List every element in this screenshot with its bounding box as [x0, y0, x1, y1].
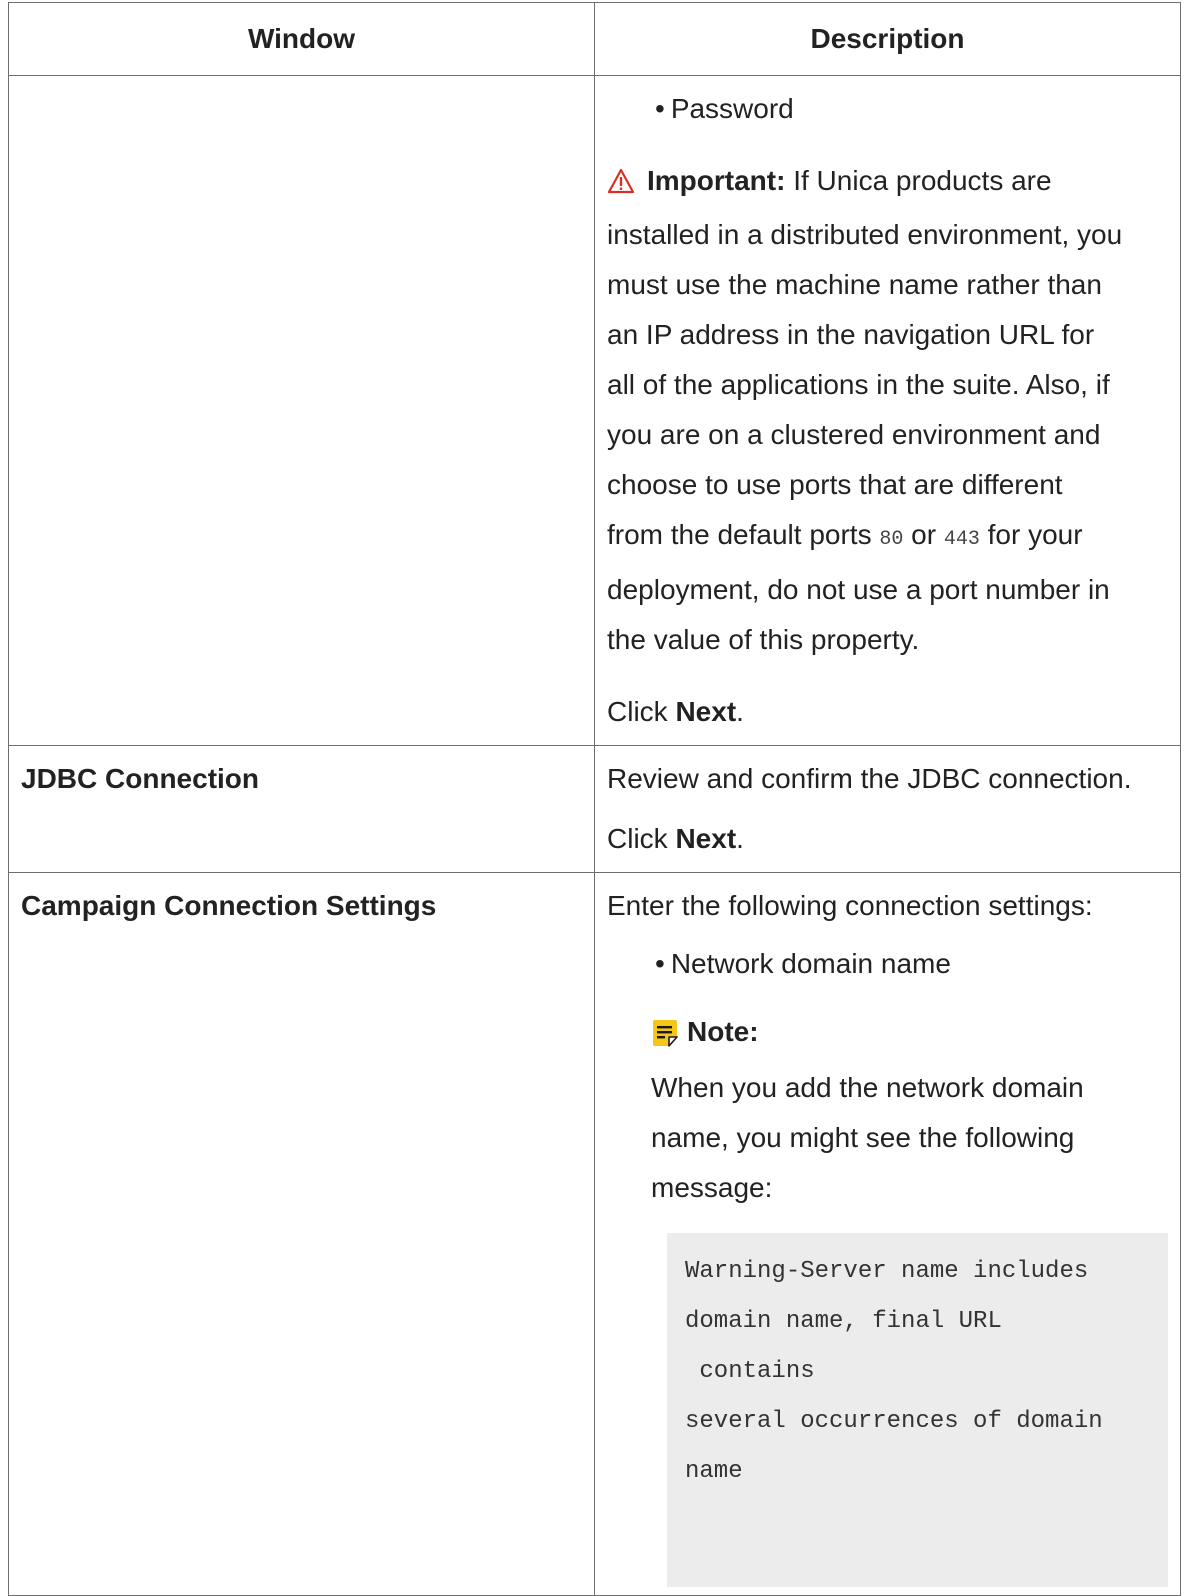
important-line: deployment, do not use a port number in [607, 574, 1110, 605]
important-line: you are on a clustered environment and [607, 419, 1101, 450]
note-block: Note: When you add the network domain na… [607, 1007, 1168, 1213]
port-80: 80 [879, 528, 904, 551]
note-line: name, you might see the following [651, 1122, 1075, 1153]
table-row: Password Important: If Unica products ar… [8, 75, 1181, 746]
code-line: domain name, final URL [685, 1308, 1002, 1335]
warning-icon [607, 160, 635, 210]
code-line: contains [685, 1358, 815, 1385]
settings-intro: Enter the following connection settings: [607, 890, 1093, 921]
code-line: several occurrences of domain [685, 1408, 1103, 1435]
important-line: If Unica products are [793, 165, 1052, 196]
note-label: Note: [687, 1016, 759, 1047]
header-window: Window [8, 2, 595, 76]
click-next-instruction: Click Next. [607, 687, 1168, 737]
ports-or: or [911, 519, 937, 550]
jdbc-review-text: Review and confirm the JDBC connection. [607, 763, 1132, 794]
important-line: an IP address in the navigation URL for [607, 319, 1095, 350]
window-cell: Campaign Connection Settings [8, 872, 595, 1596]
note-heading: Note: [651, 1007, 1168, 1063]
next-label: Next [675, 823, 737, 854]
important-line: choose to use ports that are different [607, 469, 1063, 500]
code-line: Warning-Server name includes [685, 1258, 1089, 1285]
table-row: Campaign Connection Settings Enter the f… [8, 872, 1181, 1596]
code-line: name [685, 1458, 743, 1485]
click-text: Click [607, 823, 668, 854]
table-row: JDBC Connection Review and confirm the J… [8, 745, 1181, 873]
important-line: must use the machine name rather than [607, 269, 1102, 300]
period: . [736, 696, 744, 727]
click-next-instruction: Click Next. [607, 814, 1168, 864]
period: . [736, 823, 744, 854]
important-line: the value of this property. [607, 624, 920, 655]
table-header-row: Window Description [8, 2, 1181, 76]
important-note: Important: If Unica products are [607, 156, 1168, 210]
note-line: When you add the network domain [651, 1072, 1084, 1103]
important-label: Important: [647, 165, 786, 196]
window-cell: JDBC Connection [8, 745, 595, 873]
settings-table: Window Description Password Important: I… [8, 2, 1181, 1596]
header-description: Description [594, 2, 1181, 76]
list-item-password: Password [627, 84, 1168, 134]
important-line: installed in a distributed environment, … [607, 219, 1123, 250]
description-cell: Enter the following connection settings:… [594, 872, 1181, 1596]
next-label: Next [675, 696, 737, 727]
note-icon [651, 1013, 679, 1063]
warning-code-block: Warning-Server name includes domain name,… [667, 1233, 1168, 1587]
click-text: Click [607, 696, 668, 727]
important-line-ports: from the default ports 80 or 443 for you… [607, 510, 1168, 565]
description-cell: Password Important: If Unica products ar… [594, 75, 1181, 746]
list-item-network-domain: Network domain name [627, 939, 1168, 989]
ports-prefix: from the default ports [607, 519, 872, 550]
note-line: message: [651, 1172, 773, 1203]
window-cell [8, 75, 595, 746]
port-443: 443 [943, 528, 980, 551]
ports-suffix: for your [987, 519, 1083, 550]
description-cell: Review and confirm the JDBC connection. … [594, 745, 1181, 873]
important-line: all of the applications in the suite. Al… [607, 369, 1110, 400]
